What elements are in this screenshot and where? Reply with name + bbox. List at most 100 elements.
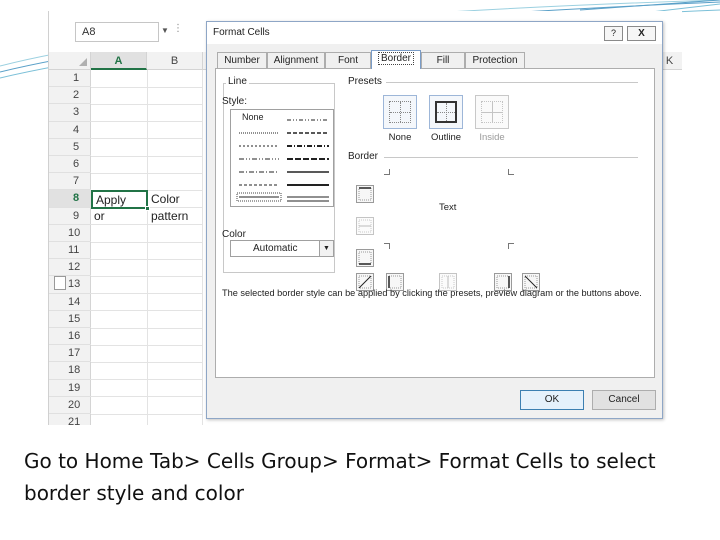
border-inside-horizontal-button[interactable] — [356, 217, 374, 235]
tab-alignment[interactable]: Alignment — [267, 52, 325, 68]
grid-line — [91, 345, 203, 346]
row-header[interactable]: 7 — [49, 173, 91, 191]
border-bottom-button[interactable] — [356, 249, 374, 267]
grid-line — [91, 156, 203, 157]
tab-font[interactable]: Font — [325, 52, 371, 68]
preset-outline-icon — [435, 101, 457, 123]
row-header[interactable]: 2 — [49, 87, 91, 105]
column-header-a[interactable]: A — [91, 52, 147, 70]
grid-line — [91, 138, 203, 139]
row-header[interactable]: 9 — [49, 208, 91, 225]
grid-line — [91, 379, 203, 380]
tab-border[interactable]: Border — [371, 50, 421, 69]
help-button[interactable]: ? — [604, 26, 623, 41]
cell-a8-selected[interactable]: Apply — [91, 190, 148, 209]
format-cells-dialog: Format Cells ? X Number Alignment Font B… — [206, 21, 663, 419]
border-description: The selected border style can be applied… — [222, 288, 642, 298]
border-bottom-icon — [358, 251, 372, 265]
grid-line — [91, 87, 203, 88]
grid-line — [91, 310, 203, 311]
color-label: Color — [222, 229, 246, 240]
grid-line — [91, 276, 203, 277]
tab-fill[interactable]: Fill — [421, 52, 465, 68]
tab-protection[interactable]: Protection — [465, 52, 525, 68]
dialog-titlebar[interactable]: Format Cells ? X — [207, 22, 662, 44]
grid-line — [91, 414, 203, 415]
grid-line — [91, 293, 203, 294]
preview-corner — [508, 243, 514, 249]
row-header[interactable]: 14 — [49, 294, 91, 311]
excel-screenshot: A8 ▼ ⋮ A B K 1 2 3 4 5 6 7 8 9 10 11 12 … — [48, 11, 682, 425]
row-header[interactable]: 20 — [49, 397, 91, 414]
select-all-corner[interactable] — [49, 52, 91, 70]
border-preview-diagram[interactable]: Text — [384, 169, 514, 249]
row-header[interactable]: 4 — [49, 122, 91, 139]
dialog-title: Format Cells — [213, 27, 270, 38]
row-header[interactable]: 18 — [49, 362, 91, 380]
row-headers: 1 2 3 4 5 6 7 8 9 10 11 12 13 14 15 16 1… — [49, 70, 91, 425]
row-header[interactable]: 17 — [49, 345, 91, 363]
grid-line — [202, 70, 203, 425]
row-header[interactable]: 16 — [49, 328, 91, 346]
select-all-triangle-icon — [79, 58, 87, 66]
preview-corner — [384, 243, 390, 249]
name-box[interactable]: A8 — [75, 22, 159, 42]
close-button[interactable]: X — [627, 26, 656, 41]
line-style-list[interactable]: None — [230, 109, 334, 207]
name-box-value: A8 — [82, 26, 96, 38]
grid-line — [91, 173, 203, 174]
preset-outline-label: Outline — [430, 132, 462, 143]
row-header[interactable]: 5 — [49, 139, 91, 156]
ok-button[interactable]: OK — [520, 390, 584, 410]
chevron-down-icon[interactable]: ▼ — [319, 241, 333, 256]
border-group-label: Border — [346, 151, 381, 162]
slide-caption: Go to Home Tab> Cells Group> Format> For… — [24, 449, 656, 505]
preview-corner — [508, 169, 514, 175]
preview-corner — [384, 169, 390, 175]
border-top-button[interactable] — [356, 185, 374, 203]
preset-none-label: None — [388, 132, 412, 143]
formula-bar-dots: ⋮ — [173, 23, 184, 34]
cell-a9[interactable]: or — [91, 208, 105, 225]
row-header[interactable]: 19 — [49, 380, 91, 397]
preset-inside-button[interactable] — [475, 95, 509, 129]
cell-b8[interactable]: Color — [148, 191, 180, 208]
row-header[interactable]: 11 — [49, 242, 91, 260]
preset-outline-button[interactable] — [429, 95, 463, 129]
border-tab-panel: Line Style: None Color Automatic ▼ Prese… — [215, 68, 655, 378]
row-header[interactable]: 1 — [49, 70, 91, 88]
tab-number[interactable]: Number — [217, 52, 267, 68]
row-header[interactable]: 21 — [49, 414, 91, 425]
grid-line — [91, 362, 203, 363]
grid-line — [91, 396, 203, 397]
slide: A8 ▼ ⋮ A B K 1 2 3 4 5 6 7 8 9 10 11 12 … — [0, 0, 720, 540]
border-separator — [384, 157, 638, 158]
row-header[interactable]: 15 — [49, 311, 91, 328]
color-dropdown[interactable]: Automatic ▼ — [230, 240, 334, 257]
row-header[interactable]: 12 — [49, 259, 91, 277]
preset-inside-label: Inside — [479, 132, 505, 143]
row-header[interactable]: 8 — [49, 190, 91, 208]
grid-line — [147, 70, 148, 425]
column-header-b[interactable]: B — [147, 52, 203, 70]
row-header[interactable]: 6 — [49, 156, 91, 174]
cell-grid[interactable]: Apply Color or pattern — [91, 70, 203, 425]
grid-line — [91, 104, 203, 105]
cell-b9[interactable]: pattern — [148, 208, 188, 225]
grid-line — [91, 328, 203, 329]
preset-none-icon — [389, 101, 411, 123]
tab-border-label: Border — [377, 52, 414, 65]
color-dropdown-value: Automatic — [253, 243, 298, 254]
presets-label: Presets — [346, 76, 384, 87]
line-style-swatches[interactable] — [231, 110, 335, 208]
border-top-icon — [358, 187, 372, 201]
row-header[interactable]: 3 — [49, 104, 91, 122]
preview-text: Text — [439, 202, 457, 213]
chevron-down-icon[interactable]: ▼ — [161, 26, 169, 35]
grid-line — [91, 242, 203, 243]
grid-line — [91, 259, 203, 260]
cancel-button[interactable]: Cancel — [592, 390, 656, 410]
row-header[interactable]: 10 — [49, 225, 91, 242]
preset-none-button[interactable] — [383, 95, 417, 129]
style-label: Style: — [222, 96, 248, 107]
